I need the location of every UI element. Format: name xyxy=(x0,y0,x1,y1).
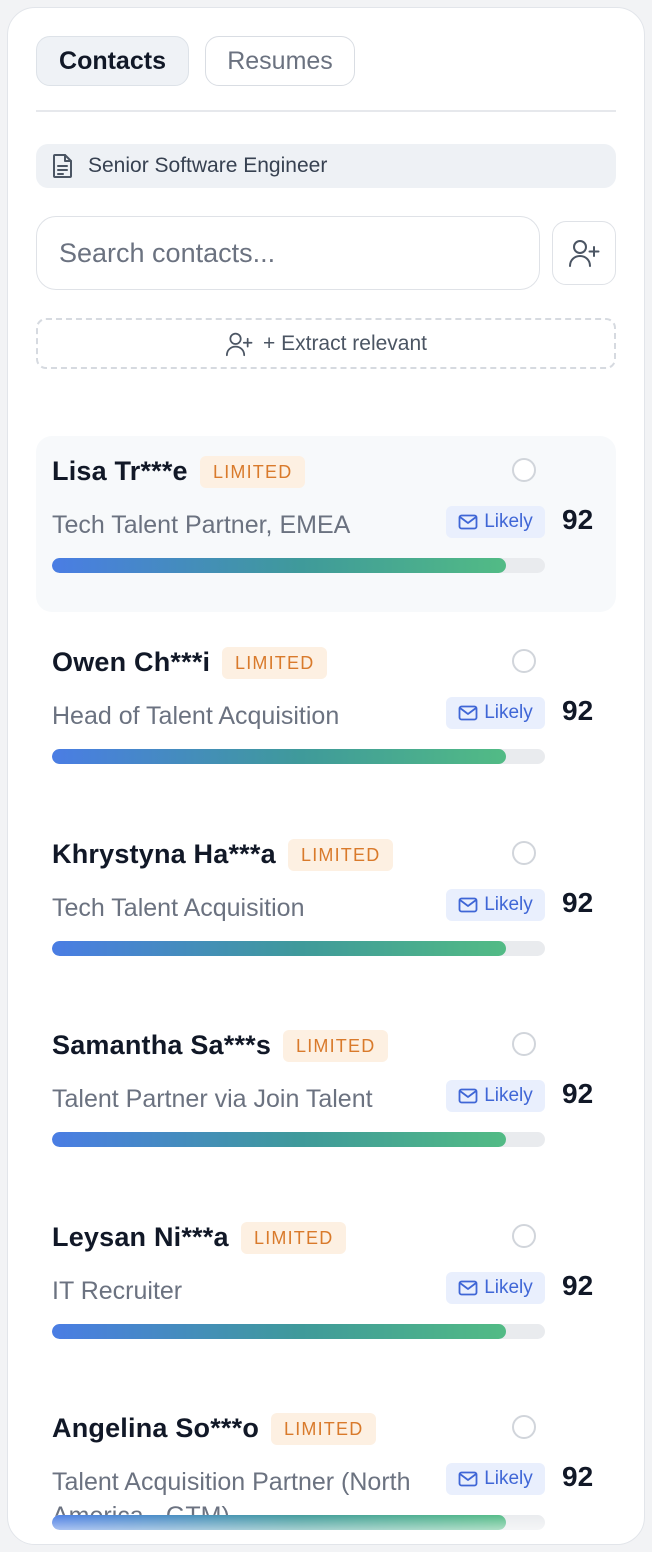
extract-relevant-button[interactable]: + Extract relevant xyxy=(36,318,616,369)
tab-bar: Contacts Resumes xyxy=(36,36,616,112)
contact-role: Tech Talent Acquisition xyxy=(52,894,305,922)
match-bar-fill xyxy=(52,1132,506,1147)
contact-name[interactable]: Lisa Tr***e xyxy=(52,456,188,487)
mail-icon xyxy=(458,705,478,721)
match-bar xyxy=(52,1324,545,1339)
email-status-label: Likely xyxy=(484,1277,533,1298)
limited-badge: LIMITED xyxy=(283,1030,389,1062)
match-bar xyxy=(52,558,545,573)
limited-badge: LIMITED xyxy=(200,456,306,488)
contact-name[interactable]: Owen Ch***i xyxy=(52,647,210,678)
email-status-label: Likely xyxy=(484,894,533,915)
select-radio[interactable] xyxy=(512,458,536,482)
limited-badge: LIMITED xyxy=(241,1222,347,1254)
contact-card[interactable]: Owen Ch***i LIMITED Head of Talent Acquisi… xyxy=(36,627,616,803)
contact-role: IT Recruiter xyxy=(52,1277,183,1305)
contact-card[interactable]: Leysan Ni***a LIMITED IT Recruiter Likely 92 xyxy=(36,1202,616,1378)
contact-card[interactable]: Khrystyna Ha***a LIMITED Tech Talent Acqui… xyxy=(36,819,616,995)
match-bar-fill xyxy=(52,941,506,956)
match-score: 92 xyxy=(562,1270,594,1301)
document-icon xyxy=(52,153,74,179)
list-fade xyxy=(8,1514,644,1544)
limited-badge: LIMITED xyxy=(271,1413,377,1445)
email-status-badge: Likely xyxy=(446,506,545,538)
match-bar-fill xyxy=(52,558,506,573)
email-status-label: Likely xyxy=(484,511,533,532)
match-score: 92 xyxy=(562,1078,594,1109)
job-title: Senior Software Engineer xyxy=(88,154,328,177)
match-bar xyxy=(52,749,545,764)
user-plus-icon xyxy=(225,331,253,357)
contacts-panel: Contacts Resumes Senior Software Enginee… xyxy=(7,7,645,1545)
match-bar xyxy=(52,941,545,956)
mail-icon xyxy=(458,897,478,913)
contact-name[interactable]: Samantha Sa***s xyxy=(52,1030,271,1061)
mail-icon xyxy=(458,1088,478,1104)
match-score: 92 xyxy=(562,695,594,726)
match-bar-fill xyxy=(52,1324,506,1339)
select-radio[interactable] xyxy=(512,1224,536,1248)
tab-contacts[interactable]: Contacts xyxy=(36,36,189,86)
match-score: 92 xyxy=(562,1461,594,1492)
email-status-badge: Likely xyxy=(446,889,545,921)
select-radio[interactable] xyxy=(512,649,536,673)
mail-icon xyxy=(458,514,478,530)
mail-icon xyxy=(458,1280,478,1296)
limited-badge: LIMITED xyxy=(288,839,394,871)
job-context-chip: Senior Software Engineer xyxy=(36,144,616,188)
tab-resumes[interactable]: Resumes xyxy=(205,36,355,86)
contact-name[interactable]: Leysan Ni***a xyxy=(52,1222,229,1253)
match-score: 92 xyxy=(562,504,594,535)
match-bar xyxy=(52,1132,545,1147)
contact-card[interactable]: Samantha Sa***s LIMITED Talent Partner via… xyxy=(36,1010,616,1186)
email-status-badge: Likely xyxy=(446,1463,545,1495)
email-status-badge: Likely xyxy=(446,697,545,729)
contact-role: Talent Partner via Join Talent xyxy=(52,1085,373,1113)
contact-name[interactable]: Angelina So***o xyxy=(52,1413,259,1444)
add-contact-button[interactable] xyxy=(552,221,616,285)
search-box xyxy=(36,216,540,290)
email-status-badge: Likely xyxy=(446,1080,545,1112)
limited-badge: LIMITED xyxy=(222,647,328,679)
match-bar-fill xyxy=(52,749,506,764)
match-score: 92 xyxy=(562,887,594,918)
contact-card[interactable]: Lisa Tr***e LIMITED Tech Talent Partner, E… xyxy=(36,436,616,612)
contact-role: Head of Talent Acquisition xyxy=(52,702,340,730)
user-plus-icon xyxy=(568,238,600,268)
extract-relevant-label: + Extract relevant xyxy=(263,331,427,355)
select-radio[interactable] xyxy=(512,1415,536,1439)
email-status-label: Likely xyxy=(484,702,533,723)
email-status-badge: Likely xyxy=(446,1272,545,1304)
select-radio[interactable] xyxy=(512,841,536,865)
contact-role: Tech Talent Partner, EMEA xyxy=(52,511,351,539)
select-radio[interactable] xyxy=(512,1032,536,1056)
search-input[interactable] xyxy=(57,236,539,270)
contact-name[interactable]: Khrystyna Ha***a xyxy=(52,839,276,870)
email-status-label: Likely xyxy=(484,1468,533,1489)
mail-icon xyxy=(458,1471,478,1487)
email-status-label: Likely xyxy=(484,1085,533,1106)
